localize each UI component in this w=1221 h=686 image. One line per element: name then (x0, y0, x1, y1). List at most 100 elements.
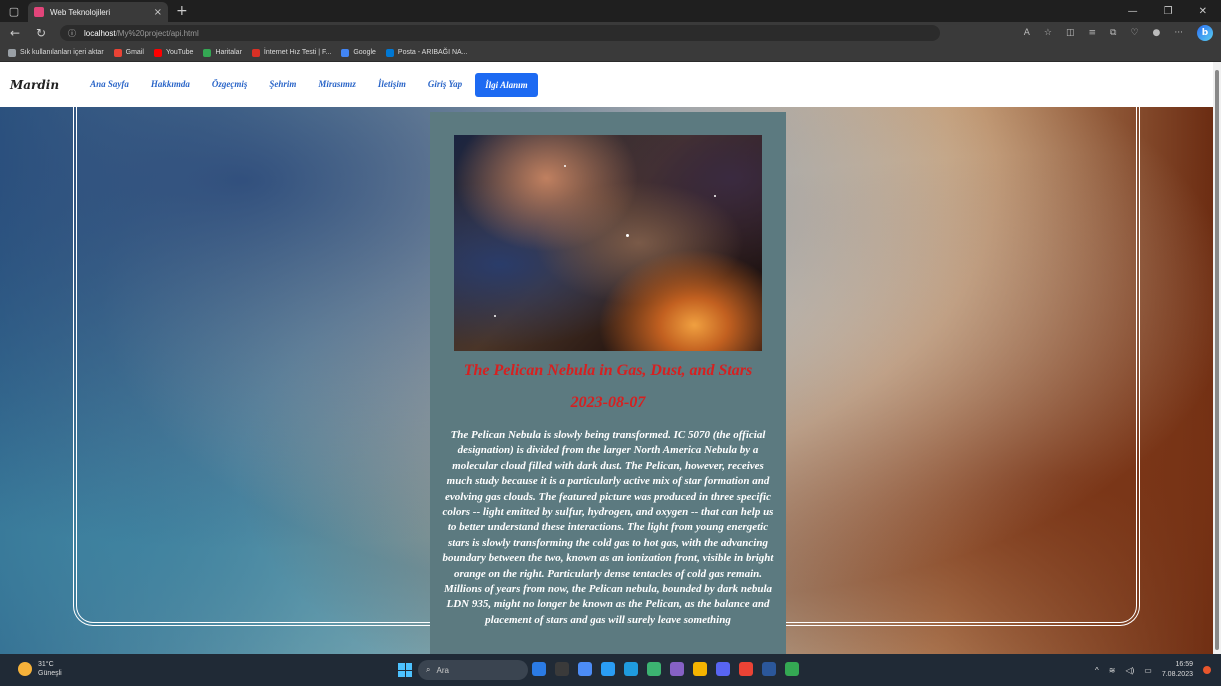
nav-link[interactable]: Hakkımda (142, 73, 199, 97)
bookmark-item[interactable]: Sık kullanılanları içeri aktar (8, 48, 104, 57)
browser-essentials-icon[interactable]: ♡ (1130, 28, 1138, 38)
taskbar-app-icon[interactable] (532, 662, 546, 676)
windows-taskbar: 31°C Güneşli ⌕ Ara ^ ≋ ◁) ▭ 16:59 7.08.2… (0, 654, 1221, 686)
site-logo[interactable]: Mardin (10, 78, 59, 92)
taskbar-app-icon[interactable] (578, 662, 592, 676)
search-icon: ⌕ (426, 665, 431, 674)
refresh-icon[interactable]: ↻ (34, 26, 48, 40)
browser-tab[interactable]: Web Teknolojileri × (28, 2, 168, 22)
tab-actions-icon[interactable]: ▢ (0, 0, 28, 22)
close-window-icon[interactable]: ✕ (1199, 6, 1207, 17)
taskbar-app-icon[interactable] (785, 662, 799, 676)
nav-link[interactable]: Özgeçmiş (203, 73, 257, 97)
page-scrollbar[interactable] (1213, 62, 1221, 654)
bing-copilot-icon[interactable]: b (1197, 25, 1213, 41)
minimize-icon[interactable]: — (1128, 6, 1138, 17)
taskbar-app-icon[interactable] (693, 662, 707, 676)
taskbar-app-icon[interactable] (739, 662, 753, 676)
taskbar-search[interactable]: ⌕ Ara (418, 660, 528, 680)
taskbar-app-icon[interactable] (624, 662, 638, 676)
bookmark-favicon-icon (153, 48, 162, 57)
wifi-icon[interactable]: ≋ (1109, 666, 1116, 675)
bookmark-label: YouTube (165, 49, 194, 56)
address-bar[interactable]: ⓘ localhost/My%20project/api.html (60, 25, 940, 41)
collections-icon[interactable]: ⧉ (1110, 28, 1116, 38)
bookmark-label: Posta - ARIBAĞI NA... (397, 49, 468, 56)
bookmark-item[interactable]: Posta - ARIBAĞI NA... (385, 48, 468, 57)
taskbar-app-icon[interactable] (716, 662, 730, 676)
site-info-icon[interactable]: ⓘ (68, 28, 76, 39)
taskbar-app-icon[interactable] (670, 662, 684, 676)
clock[interactable]: 16:59 7.08.2023 (1162, 660, 1193, 680)
restore-icon[interactable]: ❐ (1164, 6, 1173, 17)
window-controls: — ❐ ✕ (1128, 6, 1221, 17)
site-navbar: Mardin Ana Sayfa Hakkımda Özgeçmiş Şehrim Mi… (0, 62, 1213, 107)
bookmark-favicon-icon (8, 48, 16, 57)
star-mark (564, 165, 566, 167)
bookmark-item[interactable]: Google (341, 48, 376, 57)
bookmark-favicon-icon (341, 48, 350, 57)
weather-widget[interactable]: 31°C Güneşli (18, 660, 62, 678)
address-toolbar: ← ↻ ⓘ localhost/My%20project/api.html A … (0, 22, 1221, 44)
bookmark-favicon-icon (203, 48, 212, 57)
back-icon[interactable]: ← (8, 26, 22, 40)
taskbar-app-icon[interactable] (555, 662, 569, 676)
nav-link[interactable]: İlgi Alanım (475, 72, 538, 97)
bookmark-item[interactable]: Gmail (113, 48, 144, 57)
url-host: localhost (84, 28, 116, 38)
nav-links: Ana Sayfa Hakkımda Özgeçmiş Şehrim Mirasımız… (81, 72, 538, 97)
taskbar-app-icon[interactable] (601, 662, 615, 676)
taskbar-app-icon[interactable] (647, 662, 661, 676)
bookmark-favicon-icon (385, 48, 394, 57)
bookmark-favicon-icon (113, 48, 122, 57)
bookmark-label: Sık kullanılanları içeri aktar (20, 49, 104, 56)
star-mark (626, 234, 629, 237)
favorites-icon[interactable]: ≡ (1088, 28, 1096, 38)
apod-card: The Pelican Nebula in Gas, Dust, and Sta… (430, 112, 786, 654)
toolbar-icons: A ☆ ◫ ≡ ⧉ ♡ ● ··· b (1024, 25, 1213, 41)
tab-title: Web Teknolojileri (50, 7, 111, 17)
weather-desc: Güneşli (38, 670, 62, 677)
nav-link[interactable]: Şehrim (260, 73, 305, 97)
more-options-icon[interactable]: ··· (1174, 28, 1183, 38)
system-tray: ^ ≋ ◁) ▭ 16:59 7.08.2023 (1095, 660, 1211, 680)
split-screen-icon[interactable]: ◫ (1066, 28, 1075, 38)
page-viewport: Mardin Ana Sayfa Hakkımda Özgeçmiş Şehrim Mi… (0, 62, 1213, 654)
bookmarks-bar: Sık kullanılanları içeri aktar Gmail YouTu… (0, 44, 1221, 62)
apod-image (454, 135, 762, 351)
bookmark-label: Gmail (125, 49, 144, 56)
tray-chevron-icon[interactable]: ^ (1095, 666, 1099, 675)
apod-explanation: The Pelican Nebula is slowly being trans… (442, 429, 774, 626)
taskbar-apps (532, 662, 799, 676)
bookmark-item[interactable]: YouTube (153, 48, 194, 57)
bookmark-label: İnternet Hız Testi | F... (263, 49, 332, 56)
apod-date: 2023-08-07 (570, 394, 646, 411)
scroll-thumb[interactable] (1215, 70, 1219, 650)
bookmark-item[interactable]: Haritalar (203, 48, 242, 57)
sun-icon (18, 662, 32, 676)
nav-link[interactable]: Giriş Yap (419, 73, 471, 97)
star-mark (714, 195, 716, 197)
nav-link[interactable]: İletişim (369, 73, 415, 97)
battery-icon[interactable]: ▭ (1144, 666, 1152, 675)
url-path: /My%20project/api.html (115, 28, 199, 38)
browser-tab-bar: ▢ Web Teknolojileri × + — ❐ ✕ (0, 0, 1221, 22)
profile-avatar-icon[interactable]: ● (1153, 28, 1161, 38)
bookmark-label: Haritalar (215, 49, 242, 56)
start-button-icon[interactable] (398, 663, 412, 677)
weather-temp: 31°C (38, 661, 54, 668)
notification-icon[interactable] (1203, 666, 1211, 674)
new-tab-button[interactable]: + (176, 3, 188, 19)
nav-link[interactable]: Mirasımız (309, 73, 365, 97)
clock-time: 16:59 (1175, 661, 1193, 668)
bookmark-item[interactable]: İnternet Hız Testi | F... (251, 48, 332, 57)
volume-icon[interactable]: ◁) (1125, 666, 1134, 675)
tab-favicon-icon (34, 7, 44, 17)
tab-close-icon[interactable]: × (154, 7, 162, 18)
bookmark-label: Google (353, 49, 376, 56)
star-mark (494, 315, 496, 317)
taskbar-app-icon[interactable] (762, 662, 776, 676)
favorite-star-icon[interactable]: ☆ (1044, 28, 1052, 38)
nav-link[interactable]: Ana Sayfa (81, 73, 138, 97)
read-aloud-icon[interactable]: A (1024, 28, 1030, 38)
